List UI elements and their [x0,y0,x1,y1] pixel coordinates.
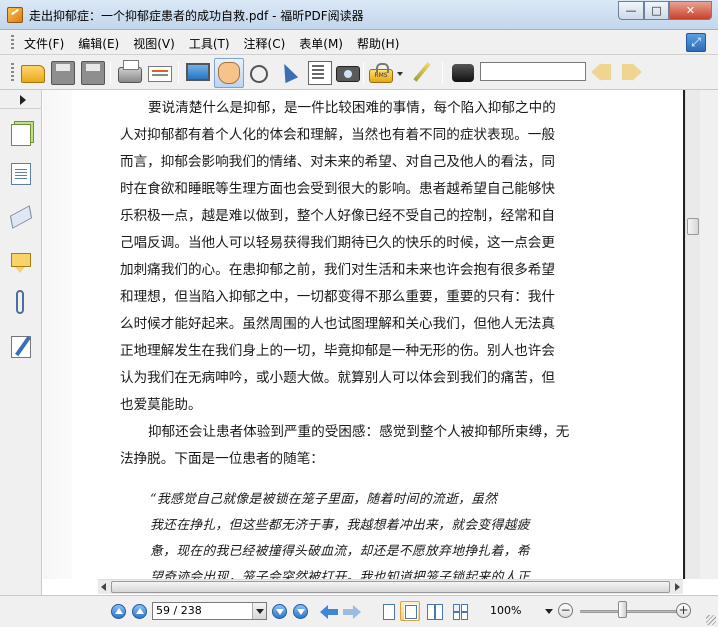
document-line: 时在食欲和睡眠等生理方面也会受到很大的影响。患者越希望自己能够快 [120,181,555,197]
horizontal-scroll-thumb[interactable] [111,581,670,593]
document-line: 也爱莫能助。 [120,397,202,413]
find-next-icon[interactable] [622,62,644,82]
email-icon[interactable] [148,66,172,82]
continuous-view-icon[interactable] [400,601,420,621]
bookmarks-icon[interactable] [11,163,31,185]
menu-comment[interactable]: 注释(C) [244,35,286,52]
document-line: 己唱反调。当他人可以轻易获得我们期待已久的快乐的时候，这一点会更 [120,235,555,251]
go-back-icon[interactable] [320,605,338,619]
quote-line: 望奇迹会出现，笼子会突然被打开。我也知道把笼子锁起来的人正 [150,570,530,579]
continuous-facing-view-icon[interactable] [450,601,470,621]
menu-view[interactable]: 视图(V) [133,35,175,52]
right-gutter [700,90,718,579]
document-line: 加刺痛我们的心。在患抑郁之前，我们对生活和未来也许会抱有很多希望 [120,262,555,278]
document-line: 和理想，但当陷入抑郁之中，一切都变得不那么重要，重要的只有：我什 [120,289,555,305]
binoculars-icon[interactable] [452,64,474,82]
maximize-button[interactable]: □ [644,1,669,20]
document-line: 人对抑郁都有着个人化的体会和理解，当然也有着不同的症状表现。一般 [120,127,555,143]
zoom-dropdown-icon[interactable] [545,609,553,614]
attachments-icon[interactable] [16,290,24,314]
page-number-field[interactable]: 59 / 238 [152,602,267,620]
menu-form[interactable]: 表单(M) [299,35,343,52]
fullscreen-view-icon[interactable] [186,63,210,81]
open-folder-icon[interactable] [21,65,45,83]
menu-help[interactable]: 帮助(H) [357,35,399,52]
find-previous-icon[interactable] [591,62,613,82]
window-title: 走出抑郁症：一个抑郁症患者的成功自救.pdf - 福昕PDF阅读器 [29,9,364,23]
save-as-icon[interactable] [81,61,105,85]
save-icon[interactable] [51,61,75,85]
menu-bar: 文件(F) 编辑(E) 视图(V) 工具(T) 注释(C) 表单(M) 帮助(H… [0,30,718,55]
document-line: 而言，抑郁会影响我们的情绪、对未来的希望、对自己及他人的看法，同 [120,154,555,170]
single-page-view-icon[interactable] [378,601,398,621]
panel-collapse-icon[interactable] [20,95,26,105]
zoom-out-button[interactable]: − [558,603,573,618]
scroll-left-icon[interactable] [101,583,106,591]
page-thumbnails-icon[interactable] [11,124,31,146]
toolbar-separator [110,62,111,84]
previous-page-icon[interactable] [132,604,147,619]
document-line: 认为我们在无病呻吟，或小题大做。就算别人可以体会到我们的痛苦，但 [120,370,555,386]
fullscreen-icon[interactable]: ⤢ [686,33,706,52]
menu-items: 文件(F) 编辑(E) 视图(V) 工具(T) 注释(C) 表单(M) 帮助(H… [24,35,413,52]
document-line: 么时候才能好起来。虽然周围的人也试图理解和关心我们，但他人无法真 [120,316,555,332]
document-line: 抑郁还会让患者体验到严重的受困感：感觉到整个人被抑郁所束缚，无 [148,424,570,440]
snapshot-icon[interactable] [336,66,360,82]
page-number-text: 59 / 238 [156,604,202,617]
horizontal-scrollbar[interactable] [98,579,683,594]
zoom-slider-track[interactable] [580,610,677,613]
page-dropdown-icon[interactable] [252,603,266,619]
rms-lock-icon[interactable]: RMS [369,63,393,83]
toolbar-separator [178,62,179,84]
print-icon[interactable] [118,60,142,83]
select-pointer-icon[interactable] [277,60,299,84]
quote-line: “我感觉自己就像是被锁在笼子里面，随着时间的流逝，虽然 [150,492,498,507]
document-line: 乐积极一点，越是难以做到，整个人好像已经不受自己的控制，经常和自 [120,208,555,224]
window-controls: — □ ✕ [618,1,712,20]
hand-icon [218,62,240,84]
menu-tools[interactable]: 工具(T) [189,35,230,52]
toolbar-separator [442,62,443,84]
quote-line: 惫，现在的我已经被撞得头破血流，却还是不愿放弃地挣扎着，希 [150,544,530,559]
minimize-button[interactable]: — [618,1,644,20]
select-text-icon[interactable] [308,61,332,85]
menu-edit[interactable]: 编辑(E) [78,35,119,52]
menu-file[interactable]: 文件(F) [24,35,64,52]
comments-icon[interactable] [11,253,31,273]
last-page-icon[interactable] [293,604,308,619]
facing-view-icon[interactable] [424,601,444,621]
toolbar-grip-icon[interactable] [11,63,14,83]
resize-grip-icon[interactable] [706,615,716,625]
next-page-icon[interactable] [272,604,287,619]
rms-dropdown-icon[interactable] [397,72,403,76]
loupe-icon[interactable] [250,65,268,83]
quote-line: 我还在挣扎，但这些都无济于事，我越想着冲出来，就会变得越疲 [150,518,530,533]
vertical-scroll-thumb[interactable] [687,218,699,235]
close-button[interactable]: ✕ [669,1,712,20]
vertical-scrollbar[interactable] [685,90,700,579]
toolbar-separator [363,62,364,84]
go-forward-icon[interactable] [343,605,361,619]
document-line: 法挣脱。下面是一位患者的随笔： [120,451,324,467]
title-bar: 走出抑郁症：一个抑郁症患者的成功自救.pdf - 福昕PDF阅读器 — □ ✕ [0,0,718,30]
first-page-icon[interactable] [111,604,126,619]
panel-divider [0,108,42,109]
scroll-right-icon[interactable] [675,583,680,591]
menu-grip-icon[interactable] [11,35,14,50]
zoom-slider-thumb[interactable] [618,601,627,618]
status-bar: 59 / 238 100% − + [0,595,718,627]
zoom-in-button[interactable]: + [676,603,691,618]
zoom-level[interactable]: 100% [490,604,521,617]
layers-icon[interactable] [9,205,33,229]
pdf-page[interactable]: 要说清楚什么是抑郁，是一件比较困难的事情，每个陷入抑郁之中的 人对抑郁都有着个人… [72,90,612,579]
search-input[interactable] [480,62,586,81]
document-line: 正地理解发生在我们身上的一切，毕竟抑郁是一种无形的伤。别人也许会 [120,343,555,359]
hand-tool-button[interactable] [214,58,244,88]
document-line: 要说清楚什么是抑郁，是一件比较困难的事情，每个陷入抑郁之中的 [148,100,556,116]
app-icon [7,7,23,23]
form-fields-icon[interactable] [11,336,31,358]
sign-pen-icon[interactable] [413,62,431,82]
side-panel [0,90,42,595]
